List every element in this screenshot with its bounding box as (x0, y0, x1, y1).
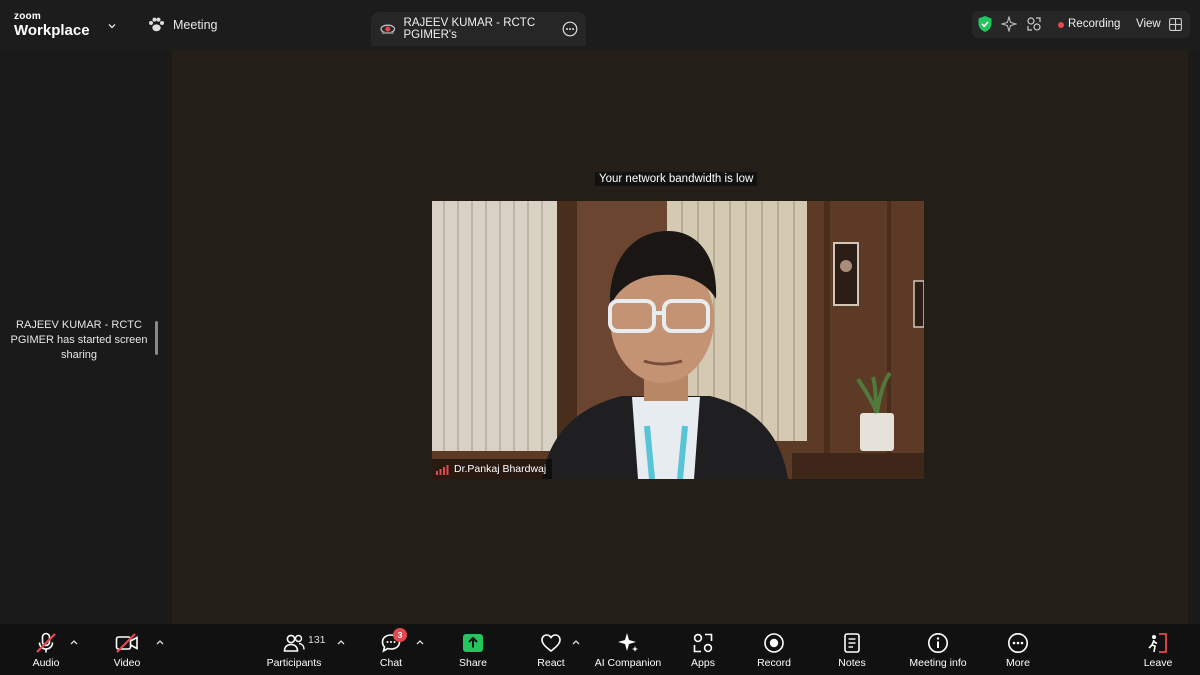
more-options-icon[interactable] (562, 21, 578, 37)
more-button[interactable]: More (1000, 624, 1036, 675)
meeting-status-bar: Recording View (972, 11, 1190, 38)
notes-icon (844, 633, 860, 653)
video-camera-off-icon (115, 633, 138, 653)
brand-zoom-text: zoom (14, 11, 41, 22)
meeting-menu-label: Meeting (173, 17, 218, 32)
stage-edge (1188, 50, 1200, 624)
recording-status[interactable]: Recording (1068, 18, 1120, 30)
chevron-up-icon[interactable] (336, 638, 346, 646)
video-label: Video (113, 657, 141, 669)
share-button[interactable]: Share (455, 624, 491, 675)
ai-companion-label: AI Companion (594, 657, 662, 669)
info-icon (928, 633, 948, 653)
paw-icon (149, 17, 164, 32)
record-icon (764, 633, 784, 653)
chevron-up-icon[interactable] (69, 638, 79, 646)
panel-resize-handle[interactable] (155, 321, 158, 355)
video-button[interactable]: Video (107, 624, 147, 675)
participants-count: 131 (308, 634, 326, 646)
participant-name-tag: Dr.Pankaj Bhardwaj (432, 459, 553, 479)
network-warning: Your network bandwidth is low (595, 172, 758, 186)
sparkle-icon[interactable] (1001, 16, 1017, 32)
recording-dot-icon (1058, 22, 1064, 28)
chevron-up-icon[interactable] (571, 638, 581, 646)
meeting-menu-button[interactable]: Meeting (148, 17, 217, 32)
notes-label: Notes (838, 657, 866, 669)
chevron-up-icon[interactable] (415, 638, 425, 646)
apps-label: Apps (691, 657, 715, 669)
more-dots-icon (1008, 633, 1028, 653)
meeting-info-button[interactable]: Meeting info (904, 624, 972, 675)
microphone-muted-icon (36, 632, 56, 653)
view-button[interactable]: View (1136, 18, 1161, 30)
share-label: Share (458, 657, 488, 669)
leave-door-icon (1148, 633, 1167, 653)
meeting-controls: Audio Video Participants 131 3 Chat Shar… (0, 624, 1200, 675)
chevron-down-icon[interactable] (106, 20, 118, 32)
react-button[interactable]: React (532, 624, 570, 675)
share-tab-title: RAJEEV KUMAR - RCTC PGIMER's (403, 17, 536, 41)
screen-share-tab[interactable]: RAJEEV KUMAR - RCTC PGIMER's (371, 12, 586, 46)
participant-name: Dr.Pankaj Bhardwaj (454, 463, 547, 475)
record-button[interactable]: Record (754, 624, 794, 675)
participant-video[interactable]: Dr.Pankaj Bhardwaj (432, 201, 924, 479)
notes-button[interactable]: Notes (834, 624, 870, 675)
side-panel: RAJEEV KUMAR - RCTC PGIMER has started s… (0, 50, 172, 624)
audio-label: Audio (32, 657, 60, 669)
apps-button[interactable]: Apps (686, 624, 720, 675)
video-frame-image (432, 201, 924, 479)
screen-share-notice: RAJEEV KUMAR - RCTC PGIMER has started s… (10, 319, 148, 361)
ai-companion-button[interactable]: AI Companion (592, 624, 664, 675)
participants-button[interactable]: Participants (262, 624, 326, 675)
chevron-up-icon[interactable] (155, 638, 165, 646)
chat-label: Chat (379, 657, 403, 669)
share-source-icon (380, 24, 396, 34)
leave-button[interactable]: Leave (1140, 624, 1176, 675)
title-bar: zoom Workplace Meeting RAJEEV KUMAR - RC… (0, 0, 1200, 50)
signal-strength-icon (436, 464, 449, 475)
heart-icon (541, 634, 561, 653)
participants-label: Participants (266, 657, 322, 669)
view-grid-icon[interactable] (1169, 18, 1182, 31)
meeting-info-label: Meeting info (909, 657, 967, 669)
ai-sparkle-icon (618, 633, 638, 652)
leave-label: Leave (1143, 657, 1173, 669)
participants-icon (283, 634, 305, 652)
audio-button[interactable]: Audio (26, 624, 66, 675)
zoom-workplace-logo[interactable]: zoom Workplace (14, 11, 90, 39)
brand-workplace-text: Workplace (14, 22, 90, 39)
apps-loop-icon[interactable] (1026, 16, 1042, 32)
chat-button[interactable]: 3 Chat (373, 624, 409, 675)
more-label: More (1006, 657, 1030, 669)
shield-check-icon[interactable] (977, 15, 993, 33)
share-screen-icon (463, 634, 483, 652)
apps-icon (693, 633, 713, 653)
react-label: React (537, 657, 565, 669)
record-label: Record (757, 657, 791, 669)
chat-unread-badge: 3 (393, 628, 407, 642)
